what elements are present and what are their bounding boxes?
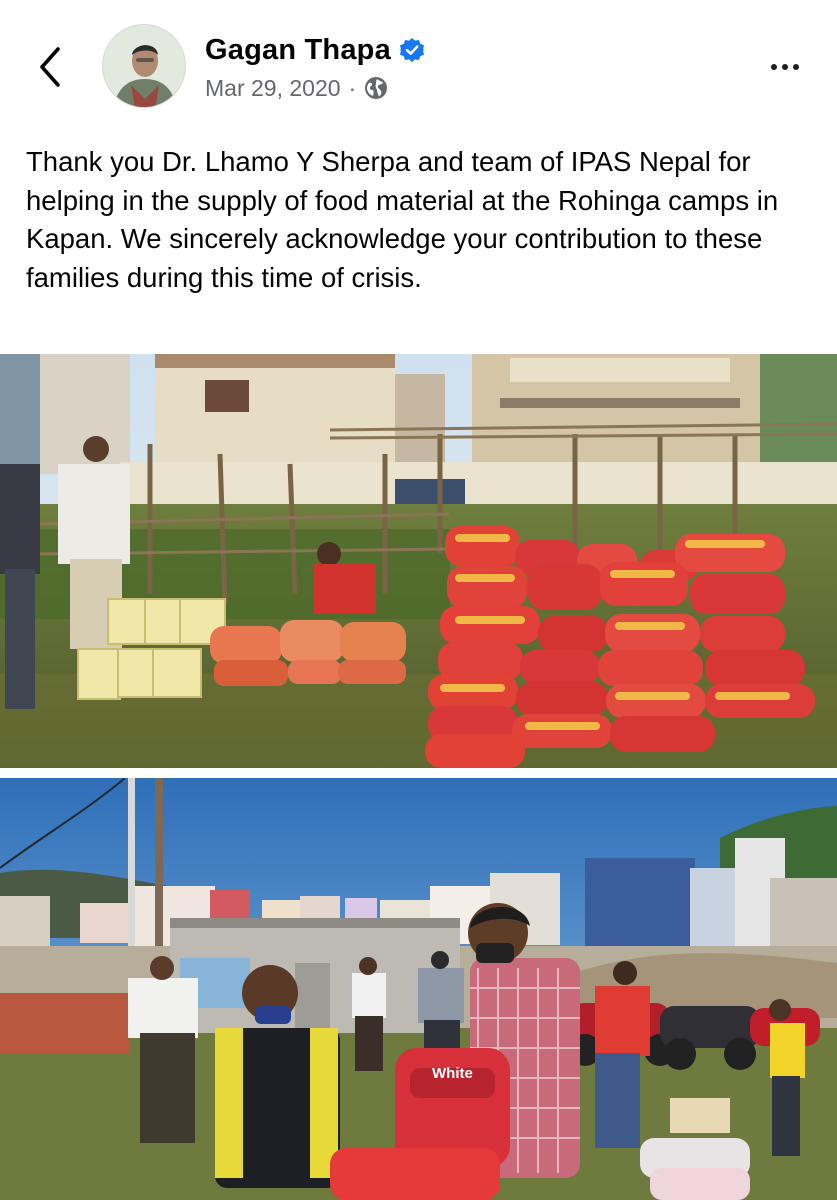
back-button[interactable]: [30, 42, 70, 92]
more-dot: [793, 64, 799, 70]
post-body-text: Thank you Dr. Lhamo Y Sherpa and team of…: [26, 146, 779, 293]
author-avatar[interactable]: [102, 24, 186, 108]
avatar-portrait: [103, 25, 185, 107]
bag-label: White: [432, 1065, 473, 1082]
author-row: Gagan Thapa: [205, 30, 425, 70]
post-header: Gagan Thapa Mar 29, 2020 ·: [0, 0, 837, 130]
photo-illustration-sacks: [0, 354, 837, 768]
more-dot: [771, 64, 777, 70]
more-dot: [782, 64, 788, 70]
chevron-left-icon: [40, 47, 60, 87]
meta-separator: ·: [348, 74, 357, 101]
verified-badge-icon: [398, 38, 425, 62]
author-name[interactable]: Gagan Thapa: [205, 34, 391, 67]
more-options-button[interactable]: [761, 52, 809, 82]
post-date[interactable]: Mar 29, 2020: [205, 75, 341, 102]
post-photo-2[interactable]: White: [0, 778, 837, 1200]
post-photo-1[interactable]: [0, 354, 837, 768]
post-meta: Mar 29, 2020 ·: [205, 72, 388, 104]
globe-icon: [365, 77, 388, 99]
photo-illustration-distribution: White: [0, 778, 837, 1200]
